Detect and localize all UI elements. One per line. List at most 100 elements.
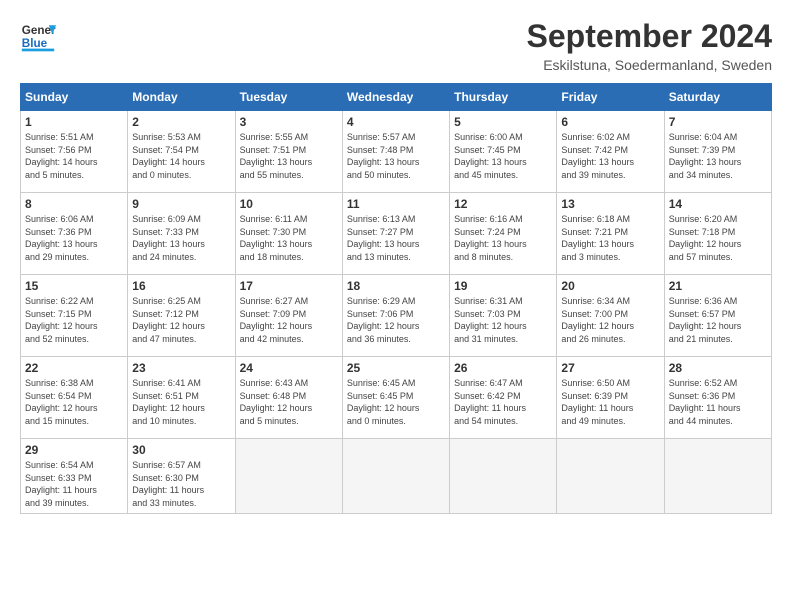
table-cell: 19Sunrise: 6:31 AMSunset: 7:03 PMDayligh… [450, 275, 557, 357]
sunset-text: Sunset: 7:21 PM [561, 226, 659, 239]
sunrise-text: Sunrise: 5:57 AM [347, 131, 445, 144]
col-sunday: Sunday [21, 84, 128, 111]
week-row-1: 1Sunrise: 5:51 AMSunset: 7:56 PMDaylight… [21, 111, 772, 193]
daylight-text: and 52 minutes. [25, 333, 123, 346]
daylight-text: Daylight: 12 hours [132, 320, 230, 333]
day-number: 24 [240, 361, 338, 375]
table-cell: 8Sunrise: 6:06 AMSunset: 7:36 PMDaylight… [21, 193, 128, 275]
sunset-text: Sunset: 7:42 PM [561, 144, 659, 157]
daylight-text: and 55 minutes. [240, 169, 338, 182]
day-number: 3 [240, 115, 338, 129]
daylight-text: Daylight: 12 hours [454, 320, 552, 333]
sunset-text: Sunset: 7:09 PM [240, 308, 338, 321]
table-cell: 28Sunrise: 6:52 AMSunset: 6:36 PMDayligh… [664, 357, 771, 439]
day-number: 6 [561, 115, 659, 129]
daylight-text: and 18 minutes. [240, 251, 338, 264]
daylight-text: Daylight: 13 hours [240, 238, 338, 251]
sunset-text: Sunset: 6:39 PM [561, 390, 659, 403]
daylight-text: and 0 minutes. [347, 415, 445, 428]
table-cell: 22Sunrise: 6:38 AMSunset: 6:54 PMDayligh… [21, 357, 128, 439]
sunrise-text: Sunrise: 6:18 AM [561, 213, 659, 226]
sunset-text: Sunset: 7:33 PM [132, 226, 230, 239]
day-number: 2 [132, 115, 230, 129]
day-number: 25 [347, 361, 445, 375]
day-number: 1 [25, 115, 123, 129]
sunrise-text: Sunrise: 6:11 AM [240, 213, 338, 226]
daylight-text: Daylight: 14 hours [132, 156, 230, 169]
sunset-text: Sunset: 6:36 PM [669, 390, 767, 403]
logo: General Blue [20, 18, 60, 59]
daylight-text: and 44 minutes. [669, 415, 767, 428]
sunset-text: Sunset: 6:30 PM [132, 472, 230, 485]
daylight-text: and 45 minutes. [454, 169, 552, 182]
sunset-text: Sunset: 7:45 PM [454, 144, 552, 157]
daylight-text: and 54 minutes. [454, 415, 552, 428]
daylight-text: and 24 minutes. [132, 251, 230, 264]
table-cell: 2Sunrise: 5:53 AMSunset: 7:54 PMDaylight… [128, 111, 235, 193]
daylight-text: and 57 minutes. [669, 251, 767, 264]
sunrise-text: Sunrise: 6:47 AM [454, 377, 552, 390]
sunset-text: Sunset: 6:51 PM [132, 390, 230, 403]
day-number: 27 [561, 361, 659, 375]
table-cell: 16Sunrise: 6:25 AMSunset: 7:12 PMDayligh… [128, 275, 235, 357]
sunrise-text: Sunrise: 6:57 AM [132, 459, 230, 472]
daylight-text: and 29 minutes. [25, 251, 123, 264]
daylight-text: Daylight: 12 hours [25, 320, 123, 333]
daylight-text: Daylight: 11 hours [25, 484, 123, 497]
page: General Blue September 2024 Eskilstuna, … [0, 0, 792, 524]
daylight-text: and 10 minutes. [132, 415, 230, 428]
week-row-3: 15Sunrise: 6:22 AMSunset: 7:15 PMDayligh… [21, 275, 772, 357]
week-row-2: 8Sunrise: 6:06 AMSunset: 7:36 PMDaylight… [21, 193, 772, 275]
logo-icon: General Blue [20, 18, 56, 59]
calendar-table: Sunday Monday Tuesday Wednesday Thursday… [20, 83, 772, 514]
sunrise-text: Sunrise: 6:04 AM [669, 131, 767, 144]
table-cell: 11Sunrise: 6:13 AMSunset: 7:27 PMDayligh… [342, 193, 449, 275]
table-cell: 21Sunrise: 6:36 AMSunset: 6:57 PMDayligh… [664, 275, 771, 357]
sunset-text: Sunset: 7:15 PM [25, 308, 123, 321]
daylight-text: Daylight: 11 hours [669, 402, 767, 415]
daylight-text: and 5 minutes. [25, 169, 123, 182]
sunrise-text: Sunrise: 6:25 AM [132, 295, 230, 308]
table-cell [450, 439, 557, 514]
daylight-text: and 34 minutes. [669, 169, 767, 182]
table-cell: 9Sunrise: 6:09 AMSunset: 7:33 PMDaylight… [128, 193, 235, 275]
day-number: 12 [454, 197, 552, 211]
daylight-text: Daylight: 12 hours [347, 320, 445, 333]
table-cell: 29Sunrise: 6:54 AMSunset: 6:33 PMDayligh… [21, 439, 128, 514]
daylight-text: Daylight: 13 hours [132, 238, 230, 251]
daylight-text: Daylight: 13 hours [347, 238, 445, 251]
daylight-text: and 39 minutes. [25, 497, 123, 510]
sunrise-text: Sunrise: 6:16 AM [454, 213, 552, 226]
daylight-text: Daylight: 12 hours [25, 402, 123, 415]
table-cell: 30Sunrise: 6:57 AMSunset: 6:30 PMDayligh… [128, 439, 235, 514]
day-number: 13 [561, 197, 659, 211]
sunset-text: Sunset: 7:51 PM [240, 144, 338, 157]
col-thursday: Thursday [450, 84, 557, 111]
daylight-text: Daylight: 13 hours [561, 238, 659, 251]
daylight-text: Daylight: 11 hours [454, 402, 552, 415]
daylight-text: Daylight: 11 hours [561, 402, 659, 415]
title-block: September 2024 Eskilstuna, Soedermanland… [527, 18, 772, 73]
table-cell: 10Sunrise: 6:11 AMSunset: 7:30 PMDayligh… [235, 193, 342, 275]
day-number: 11 [347, 197, 445, 211]
sunset-text: Sunset: 7:18 PM [669, 226, 767, 239]
sunset-text: Sunset: 7:03 PM [454, 308, 552, 321]
sunrise-text: Sunrise: 5:51 AM [25, 131, 123, 144]
sunset-text: Sunset: 7:24 PM [454, 226, 552, 239]
day-number: 23 [132, 361, 230, 375]
table-cell: 27Sunrise: 6:50 AMSunset: 6:39 PMDayligh… [557, 357, 664, 439]
day-number: 4 [347, 115, 445, 129]
sunrise-text: Sunrise: 6:34 AM [561, 295, 659, 308]
day-number: 10 [240, 197, 338, 211]
daylight-text: and 39 minutes. [561, 169, 659, 182]
col-saturday: Saturday [664, 84, 771, 111]
sunrise-text: Sunrise: 6:31 AM [454, 295, 552, 308]
daylight-text: and 50 minutes. [347, 169, 445, 182]
col-wednesday: Wednesday [342, 84, 449, 111]
col-monday: Monday [128, 84, 235, 111]
sunset-text: Sunset: 6:57 PM [669, 308, 767, 321]
sunrise-text: Sunrise: 6:45 AM [347, 377, 445, 390]
daylight-text: and 26 minutes. [561, 333, 659, 346]
daylight-text: Daylight: 12 hours [132, 402, 230, 415]
table-cell: 6Sunrise: 6:02 AMSunset: 7:42 PMDaylight… [557, 111, 664, 193]
